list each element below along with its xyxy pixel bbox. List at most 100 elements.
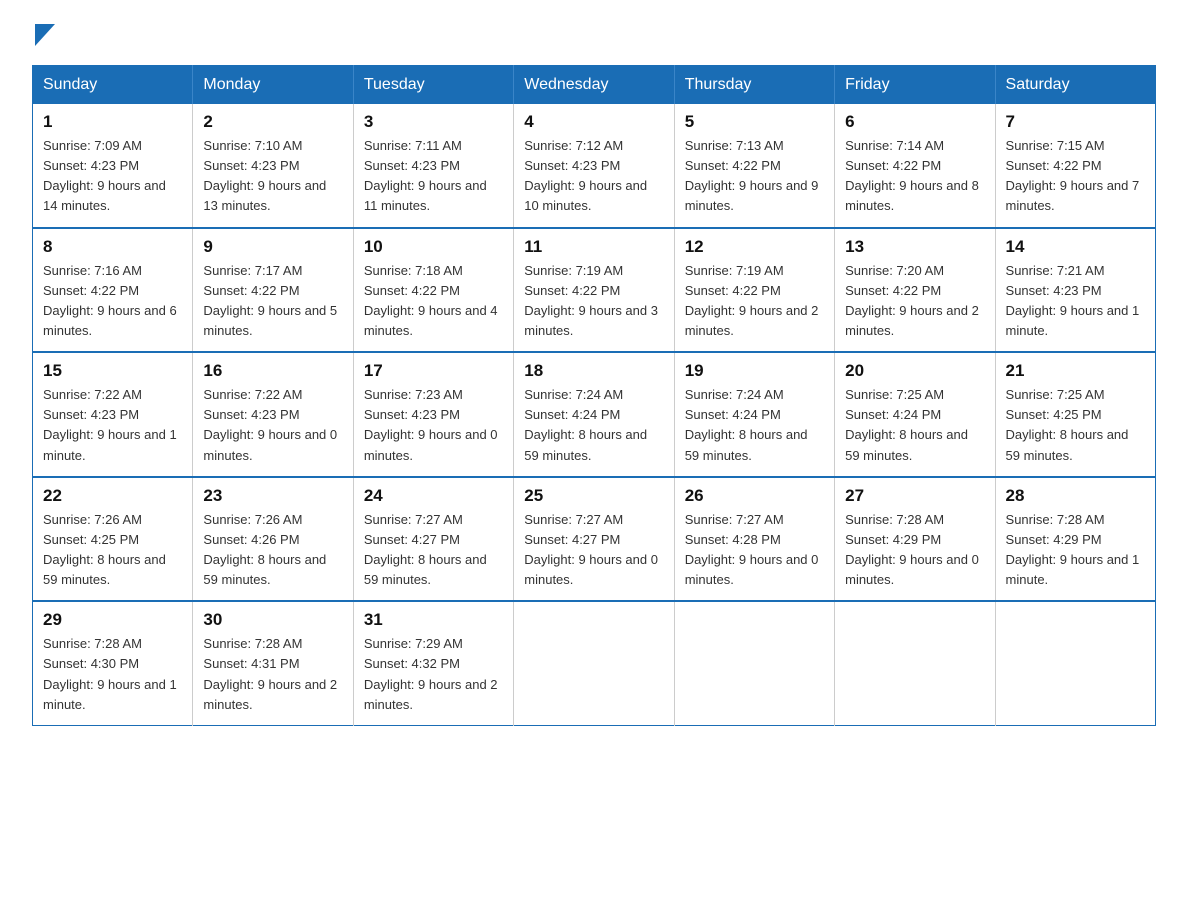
calendar-cell: 15 Sunrise: 7:22 AM Sunset: 4:23 PM Dayl… [33, 352, 193, 477]
calendar-cell: 9 Sunrise: 7:17 AM Sunset: 4:22 PM Dayli… [193, 228, 353, 353]
day-number: 14 [1006, 237, 1145, 257]
calendar-cell: 30 Sunrise: 7:28 AM Sunset: 4:31 PM Dayl… [193, 601, 353, 725]
day-info: Sunrise: 7:27 AM Sunset: 4:27 PM Dayligh… [364, 510, 503, 591]
calendar-cell: 24 Sunrise: 7:27 AM Sunset: 4:27 PM Dayl… [353, 477, 513, 602]
calendar-cell [514, 601, 674, 725]
calendar-cell: 22 Sunrise: 7:26 AM Sunset: 4:25 PM Dayl… [33, 477, 193, 602]
day-info: Sunrise: 7:27 AM Sunset: 4:28 PM Dayligh… [685, 510, 824, 591]
day-number: 8 [43, 237, 182, 257]
day-info: Sunrise: 7:24 AM Sunset: 4:24 PM Dayligh… [685, 385, 824, 466]
calendar-cell: 21 Sunrise: 7:25 AM Sunset: 4:25 PM Dayl… [995, 352, 1155, 477]
day-number: 15 [43, 361, 182, 381]
day-info: Sunrise: 7:29 AM Sunset: 4:32 PM Dayligh… [364, 634, 503, 715]
day-header-friday: Friday [835, 66, 995, 105]
day-info: Sunrise: 7:20 AM Sunset: 4:22 PM Dayligh… [845, 261, 984, 342]
calendar-cell: 13 Sunrise: 7:20 AM Sunset: 4:22 PM Dayl… [835, 228, 995, 353]
day-info: Sunrise: 7:16 AM Sunset: 4:22 PM Dayligh… [43, 261, 182, 342]
day-info: Sunrise: 7:28 AM Sunset: 4:29 PM Dayligh… [1006, 510, 1145, 591]
day-info: Sunrise: 7:26 AM Sunset: 4:26 PM Dayligh… [203, 510, 342, 591]
calendar-cell [995, 601, 1155, 725]
day-number: 10 [364, 237, 503, 257]
day-number: 24 [364, 486, 503, 506]
calendar-cell: 1 Sunrise: 7:09 AM Sunset: 4:23 PM Dayli… [33, 104, 193, 228]
day-info: Sunrise: 7:28 AM Sunset: 4:29 PM Dayligh… [845, 510, 984, 591]
day-number: 18 [524, 361, 663, 381]
day-number: 2 [203, 112, 342, 132]
day-info: Sunrise: 7:12 AM Sunset: 4:23 PM Dayligh… [524, 136, 663, 217]
calendar-cell: 26 Sunrise: 7:27 AM Sunset: 4:28 PM Dayl… [674, 477, 834, 602]
day-number: 21 [1006, 361, 1145, 381]
day-number: 23 [203, 486, 342, 506]
day-header-thursday: Thursday [674, 66, 834, 105]
day-number: 12 [685, 237, 824, 257]
day-info: Sunrise: 7:10 AM Sunset: 4:23 PM Dayligh… [203, 136, 342, 217]
day-number: 16 [203, 361, 342, 381]
day-info: Sunrise: 7:21 AM Sunset: 4:23 PM Dayligh… [1006, 261, 1145, 342]
day-number: 11 [524, 237, 663, 257]
calendar-cell: 18 Sunrise: 7:24 AM Sunset: 4:24 PM Dayl… [514, 352, 674, 477]
calendar-cell: 14 Sunrise: 7:21 AM Sunset: 4:23 PM Dayl… [995, 228, 1155, 353]
day-number: 6 [845, 112, 984, 132]
calendar-cell: 23 Sunrise: 7:26 AM Sunset: 4:26 PM Dayl… [193, 477, 353, 602]
calendar-table: SundayMondayTuesdayWednesdayThursdayFrid… [32, 65, 1156, 726]
calendar-cell: 25 Sunrise: 7:27 AM Sunset: 4:27 PM Dayl… [514, 477, 674, 602]
calendar-cell: 10 Sunrise: 7:18 AM Sunset: 4:22 PM Dayl… [353, 228, 513, 353]
day-info: Sunrise: 7:27 AM Sunset: 4:27 PM Dayligh… [524, 510, 663, 591]
calendar-week-row: 1 Sunrise: 7:09 AM Sunset: 4:23 PM Dayli… [33, 104, 1156, 228]
day-info: Sunrise: 7:22 AM Sunset: 4:23 PM Dayligh… [203, 385, 342, 466]
day-number: 3 [364, 112, 503, 132]
day-info: Sunrise: 7:11 AM Sunset: 4:23 PM Dayligh… [364, 136, 503, 217]
day-number: 30 [203, 610, 342, 630]
calendar-week-row: 22 Sunrise: 7:26 AM Sunset: 4:25 PM Dayl… [33, 477, 1156, 602]
day-info: Sunrise: 7:28 AM Sunset: 4:30 PM Dayligh… [43, 634, 182, 715]
calendar-week-row: 8 Sunrise: 7:16 AM Sunset: 4:22 PM Dayli… [33, 228, 1156, 353]
day-number: 20 [845, 361, 984, 381]
calendar-cell: 3 Sunrise: 7:11 AM Sunset: 4:23 PM Dayli… [353, 104, 513, 228]
day-number: 4 [524, 112, 663, 132]
day-info: Sunrise: 7:24 AM Sunset: 4:24 PM Dayligh… [524, 385, 663, 466]
day-number: 25 [524, 486, 663, 506]
day-header-tuesday: Tuesday [353, 66, 513, 105]
calendar-cell: 4 Sunrise: 7:12 AM Sunset: 4:23 PM Dayli… [514, 104, 674, 228]
day-info: Sunrise: 7:26 AM Sunset: 4:25 PM Dayligh… [43, 510, 182, 591]
logo [32, 24, 55, 47]
calendar-cell [674, 601, 834, 725]
calendar-header-row: SundayMondayTuesdayWednesdayThursdayFrid… [33, 66, 1156, 105]
day-number: 26 [685, 486, 824, 506]
calendar-cell: 20 Sunrise: 7:25 AM Sunset: 4:24 PM Dayl… [835, 352, 995, 477]
calendar-cell: 29 Sunrise: 7:28 AM Sunset: 4:30 PM Dayl… [33, 601, 193, 725]
calendar-cell: 28 Sunrise: 7:28 AM Sunset: 4:29 PM Dayl… [995, 477, 1155, 602]
day-header-saturday: Saturday [995, 66, 1155, 105]
calendar-cell: 7 Sunrise: 7:15 AM Sunset: 4:22 PM Dayli… [995, 104, 1155, 228]
calendar-cell: 19 Sunrise: 7:24 AM Sunset: 4:24 PM Dayl… [674, 352, 834, 477]
calendar-week-row: 15 Sunrise: 7:22 AM Sunset: 4:23 PM Dayl… [33, 352, 1156, 477]
calendar-cell: 31 Sunrise: 7:29 AM Sunset: 4:32 PM Dayl… [353, 601, 513, 725]
calendar-cell: 27 Sunrise: 7:28 AM Sunset: 4:29 PM Dayl… [835, 477, 995, 602]
day-info: Sunrise: 7:17 AM Sunset: 4:22 PM Dayligh… [203, 261, 342, 342]
calendar-cell: 16 Sunrise: 7:22 AM Sunset: 4:23 PM Dayl… [193, 352, 353, 477]
day-number: 1 [43, 112, 182, 132]
day-header-wednesday: Wednesday [514, 66, 674, 105]
calendar-cell: 12 Sunrise: 7:19 AM Sunset: 4:22 PM Dayl… [674, 228, 834, 353]
day-number: 27 [845, 486, 984, 506]
day-info: Sunrise: 7:23 AM Sunset: 4:23 PM Dayligh… [364, 385, 503, 466]
day-number: 22 [43, 486, 182, 506]
calendar-week-row: 29 Sunrise: 7:28 AM Sunset: 4:30 PM Dayl… [33, 601, 1156, 725]
day-info: Sunrise: 7:25 AM Sunset: 4:24 PM Dayligh… [845, 385, 984, 466]
calendar-cell: 2 Sunrise: 7:10 AM Sunset: 4:23 PM Dayli… [193, 104, 353, 228]
day-info: Sunrise: 7:15 AM Sunset: 4:22 PM Dayligh… [1006, 136, 1145, 217]
day-info: Sunrise: 7:28 AM Sunset: 4:31 PM Dayligh… [203, 634, 342, 715]
logo-triangle-icon [35, 24, 55, 51]
day-info: Sunrise: 7:13 AM Sunset: 4:22 PM Dayligh… [685, 136, 824, 217]
day-number: 13 [845, 237, 984, 257]
day-number: 9 [203, 237, 342, 257]
day-number: 5 [685, 112, 824, 132]
day-number: 28 [1006, 486, 1145, 506]
calendar-cell: 8 Sunrise: 7:16 AM Sunset: 4:22 PM Dayli… [33, 228, 193, 353]
day-info: Sunrise: 7:14 AM Sunset: 4:22 PM Dayligh… [845, 136, 984, 217]
day-header-sunday: Sunday [33, 66, 193, 105]
calendar-cell [835, 601, 995, 725]
day-number: 17 [364, 361, 503, 381]
day-number: 7 [1006, 112, 1145, 132]
day-info: Sunrise: 7:22 AM Sunset: 4:23 PM Dayligh… [43, 385, 182, 466]
